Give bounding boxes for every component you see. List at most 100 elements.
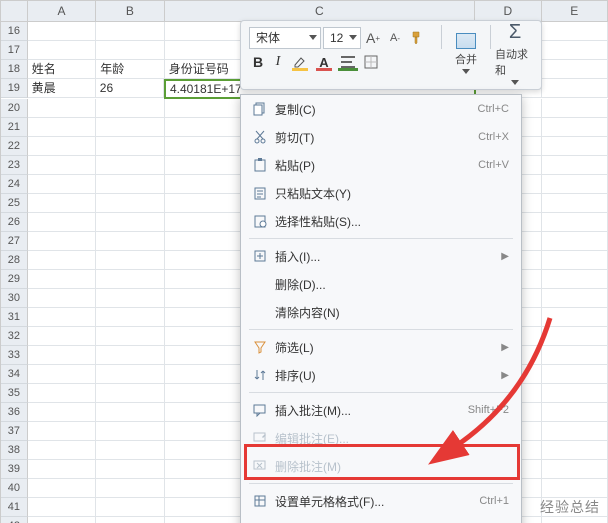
cell-A19[interactable]: 黄晨 [28,79,96,98]
cell-E30[interactable] [542,289,608,308]
cell-E25[interactable] [542,194,608,213]
cell-B25[interactable] [96,194,164,213]
cell-B24[interactable] [96,175,164,194]
cell-B17[interactable] [96,41,164,60]
cell-E23[interactable] [542,156,608,175]
cell-A36[interactable] [28,403,96,422]
row-header-27[interactable]: 27 [1,232,28,251]
cell-E42[interactable] [542,517,608,523]
increase-font-button[interactable]: A+ [363,27,383,49]
cell-E24[interactable] [542,175,608,194]
cell-E28[interactable] [542,251,608,270]
cell-E18[interactable] [542,60,608,79]
cell-E31[interactable] [542,308,608,327]
row-header-19[interactable]: 19 [1,79,28,98]
cell-E26[interactable] [542,213,608,232]
menu-item-18[interactable]: 从下拉列表中选择(K)... [241,515,521,523]
cell-B28[interactable] [96,251,164,270]
menu-item-7[interactable]: 删除(D)... [241,270,521,298]
row-header-32[interactable]: 32 [1,327,28,346]
bold-button[interactable]: B [249,54,267,70]
cell-B41[interactable] [96,498,164,517]
cell-B19[interactable]: 26 [96,79,164,98]
cell-E19[interactable] [542,79,608,98]
row-header-18[interactable]: 18 [1,60,28,79]
cell-E35[interactable] [542,384,608,403]
menu-item-0[interactable]: 复制(C)Ctrl+C [241,95,521,123]
cell-E36[interactable] [542,403,608,422]
cell-A41[interactable] [28,498,96,517]
cell-E16[interactable] [542,22,608,41]
cell-B29[interactable] [96,270,164,289]
cell-A37[interactable] [28,422,96,441]
row-header-28[interactable]: 28 [1,251,28,270]
row-header-29[interactable]: 29 [1,270,28,289]
cell-A17[interactable] [28,41,96,60]
menu-item-11[interactable]: 排序(U)▶ [241,361,521,389]
menu-item-17[interactable]: 设置单元格格式(F)...Ctrl+1 [241,487,521,515]
menu-item-1[interactable]: 剪切(T)Ctrl+X [241,123,521,151]
cell-E40[interactable] [542,479,608,498]
decrease-font-button[interactable]: A- [385,27,405,49]
row-header-23[interactable]: 23 [1,156,28,175]
cell-E22[interactable] [542,137,608,156]
cell-E20[interactable] [542,99,608,118]
row-header-17[interactable]: 17 [1,41,28,60]
col-header-B[interactable]: B [96,1,164,22]
menu-item-6[interactable]: 插入(I)...▶ [241,242,521,270]
cell-B37[interactable] [96,422,164,441]
cell-A22[interactable] [28,137,96,156]
row-header-26[interactable]: 26 [1,213,28,232]
cell-E21[interactable] [542,118,608,137]
row-header-41[interactable]: 41 [1,498,28,517]
cell-E29[interactable] [542,270,608,289]
autosum-button[interactable]: Σ 自动求和 [495,25,535,81]
row-header-31[interactable]: 31 [1,308,28,327]
cell-A18[interactable]: 姓名 [28,60,96,79]
cell-E38[interactable] [542,441,608,460]
cell-B18[interactable]: 年龄 [96,60,164,79]
highlight-color-button[interactable] [289,53,311,71]
select-all-corner[interactable] [1,1,28,22]
row-header-36[interactable]: 36 [1,403,28,422]
cell-B30[interactable] [96,289,164,308]
cell-B20[interactable] [96,99,164,118]
menu-item-4[interactable]: 选择性粘贴(S)... [241,207,521,235]
cell-B32[interactable] [96,327,164,346]
cell-B22[interactable] [96,137,164,156]
row-header-22[interactable]: 22 [1,137,28,156]
cell-B16[interactable] [96,22,164,41]
format-painter-button[interactable] [407,27,427,49]
merge-cells-button[interactable]: 合并 [446,25,486,81]
cell-B39[interactable] [96,460,164,479]
cell-A40[interactable] [28,479,96,498]
cell-E27[interactable] [542,232,608,251]
cell-B34[interactable] [96,365,164,384]
font-size-dropdown[interactable]: 12 [323,27,361,49]
cell-A29[interactable] [28,270,96,289]
font-color-button[interactable]: A [313,53,335,71]
cell-A32[interactable] [28,327,96,346]
cell-B38[interactable] [96,441,164,460]
cell-A42[interactable] [28,517,96,523]
cell-B26[interactable] [96,213,164,232]
menu-item-10[interactable]: 筛选(L)▶ [241,333,521,361]
cell-B40[interactable] [96,479,164,498]
row-header-30[interactable]: 30 [1,289,28,308]
cell-A25[interactable] [28,194,96,213]
row-header-20[interactable]: 20 [1,99,28,118]
row-header-16[interactable]: 16 [1,22,28,41]
font-name-dropdown[interactable]: 宋体 [249,27,321,49]
row-header-25[interactable]: 25 [1,194,28,213]
cell-A31[interactable] [28,308,96,327]
menu-item-3[interactable]: 只粘贴文本(Y) [241,179,521,207]
cell-E39[interactable] [542,460,608,479]
col-header-D[interactable]: D [475,1,541,22]
cell-B27[interactable] [96,232,164,251]
cell-E37[interactable] [542,422,608,441]
cell-E34[interactable] [542,365,608,384]
cell-B36[interactable] [96,403,164,422]
cell-A39[interactable] [28,460,96,479]
row-header-38[interactable]: 38 [1,441,28,460]
cell-A30[interactable] [28,289,96,308]
